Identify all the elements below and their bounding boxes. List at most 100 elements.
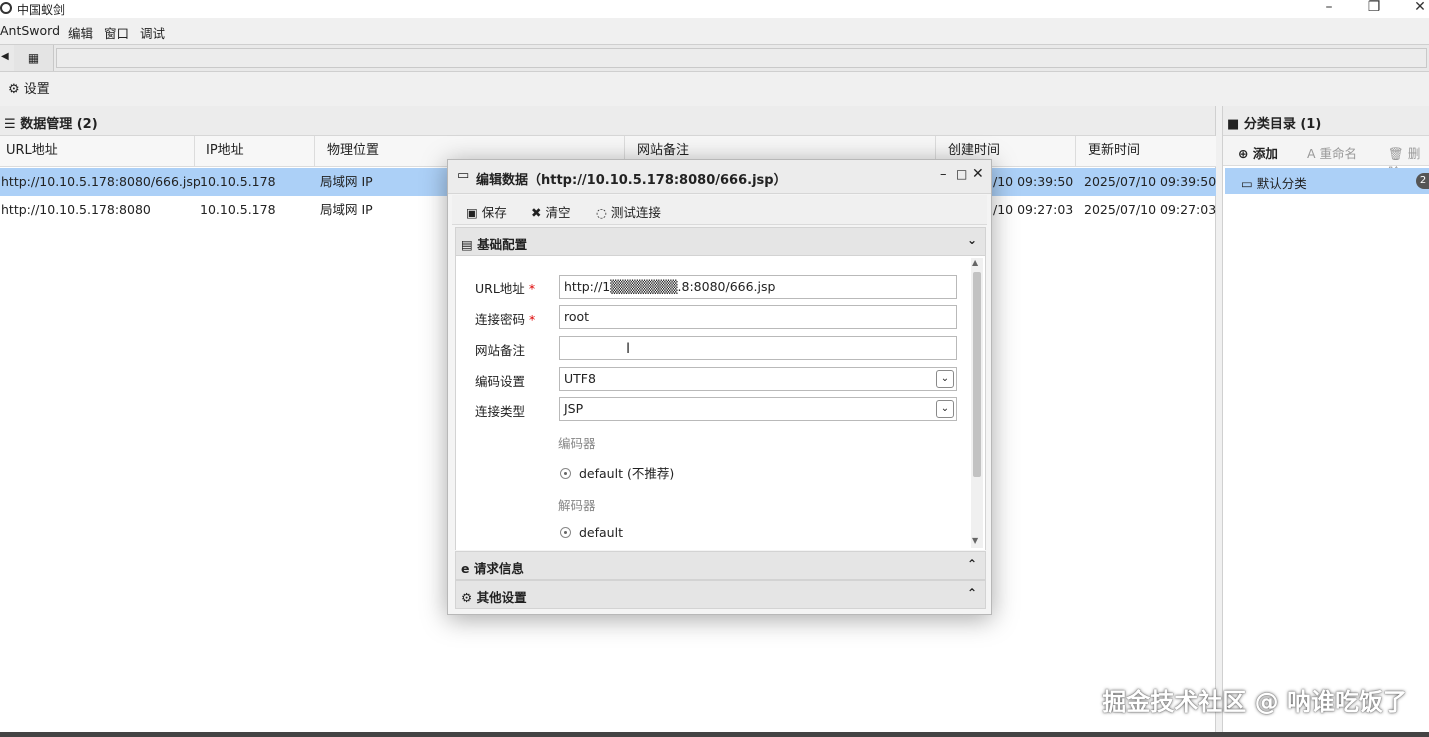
window-title: 中国蚁剑 <box>17 3 66 17</box>
folder-open-icon: ▭ <box>1241 176 1253 191</box>
basic-config-form: URL地址 * http://1▒▒▒▒▒▒▒.8:8080/666.jsp 连接… <box>455 256 986 550</box>
minimize-icon[interactable]: – <box>1319 0 1339 17</box>
cell-updated: 2025/07/10 09:39:50 <box>1084 174 1217 189</box>
rename-category-button[interactable]: A 重命名 <box>1307 143 1357 162</box>
tab-bar: ◀ ▦ <box>0 44 1429 72</box>
section-request-info[interactable]: e 请求信息 ⌃ <box>455 551 986 580</box>
cell-created: /10 09:39:50 <box>993 174 1074 189</box>
note-label: 网站备注 <box>475 343 526 358</box>
chevron-down-icon: ⌄ <box>966 233 977 247</box>
close-icon[interactable]: ✕ <box>1410 0 1429 17</box>
cell-ip: 10.10.5.178 <box>200 202 276 217</box>
section-basic-config[interactable]: ▤ 基础配置 ⌄ <box>455 227 986 256</box>
note-field[interactable]: I <box>559 336 957 360</box>
trash-icon: 🗑 <box>1388 146 1404 161</box>
chevron-down-icon: ⌄ <box>936 400 954 418</box>
dialog-maximize-icon[interactable]: □ <box>956 167 967 181</box>
plus-circle-icon: ⊕ <box>1238 146 1249 161</box>
column-ip[interactable]: IP地址 <box>195 136 315 166</box>
category-label: 默认分类 <box>1256 176 1307 191</box>
clear-button[interactable]: ✖ 清空 <box>531 202 570 221</box>
restore-icon[interactable]: ❐ <box>1364 0 1384 17</box>
cell-url: http://10.10.5.178:8080 <box>1 202 151 217</box>
save-button[interactable]: ▣ 保存 <box>466 202 507 221</box>
data-panel-title: 数据管理 (2) <box>20 117 98 132</box>
encoder-label: 编码器 <box>558 436 596 451</box>
test-label: 测试连接 <box>610 205 661 220</box>
connection-type-select[interactable]: JSP ⌄ <box>559 397 957 421</box>
radio-icon <box>560 527 571 538</box>
section-other-settings[interactable]: ⚙ 其他设置 ⌃ <box>455 580 986 609</box>
form-scrollbar[interactable]: ▲ ▼ <box>971 258 983 548</box>
encoder-default-radio[interactable]: default (不推荐) <box>560 463 674 482</box>
test-connection-button[interactable]: ◌ 测试连接 <box>596 202 661 221</box>
data-panel-header: ☰ 数据管理 (2) <box>0 106 1215 136</box>
url-field[interactable]: http://1▒▒▒▒▒▒▒.8:8080/666.jsp <box>559 275 957 299</box>
grid-icon: ▦ <box>27 51 40 65</box>
rename-label: 重命名 <box>1319 146 1358 161</box>
cell-created: /10 09:27:03 <box>993 202 1074 217</box>
category-panel-header: ■ 分类目录 (1) <box>1223 106 1429 136</box>
tab-home[interactable]: ▦ <box>14 45 54 71</box>
tab-strip <box>56 48 1427 68</box>
decoder-default-radio[interactable]: default <box>560 525 623 540</box>
dialog-toolbar: ▣ 保存 ✖ 清空 ◌ 测试连接 <box>452 195 987 225</box>
x-icon: ✖ <box>531 205 542 220</box>
font-icon: A <box>1307 146 1316 161</box>
menu-antsword[interactable]: AntSword <box>0 23 60 38</box>
encoding-value: UTF8 <box>564 371 596 386</box>
list-icon: ☰ <box>4 117 16 132</box>
column-url[interactable]: URL地址 <box>0 136 195 166</box>
dialog-close-icon[interactable]: ✕ <box>972 166 984 182</box>
encoding-select[interactable]: UTF8 ⌄ <box>559 367 957 391</box>
password-field[interactable]: root <box>559 305 957 329</box>
bottom-border <box>0 732 1429 737</box>
add-category-button[interactable]: ⊕ 添加 <box>1238 143 1278 162</box>
chevron-down-icon: ⌄ <box>936 370 954 388</box>
settings-label: 设置 <box>23 82 50 97</box>
section-request-label: 请求信息 <box>473 561 524 576</box>
add-label: 添加 <box>1252 146 1278 161</box>
chevron-up-icon: ⌃ <box>966 557 977 571</box>
menu-debug[interactable]: 调试 <box>140 23 165 42</box>
connection-type-value: JSP <box>564 401 584 416</box>
dialog-title-bar[interactable]: ▭ 编辑数据（http://10.10.5.178:8080/666.jsp） … <box>448 160 991 194</box>
tab-scroll-left-icon[interactable]: ◀ <box>1 51 9 62</box>
edit-data-dialog: ▭ 编辑数据（http://10.10.5.178:8080/666.jsp） … <box>447 159 992 615</box>
floppy-icon: ▣ <box>466 205 478 220</box>
app-logo-icon <box>0 2 12 14</box>
url-label: URL地址 <box>475 281 525 296</box>
chevron-up-icon: ⌃ <box>966 586 977 600</box>
column-updated[interactable]: 更新时间 <box>1076 136 1216 166</box>
cogs-icon: ⚙ <box>461 590 473 605</box>
menu-bar: AntSword 编辑 窗口 调试 <box>0 20 1429 42</box>
cell-location: 局域网 IP <box>320 202 373 217</box>
section-basic-label: 基础配置 <box>477 237 528 252</box>
scroll-up-icon[interactable]: ▲ <box>972 258 978 267</box>
connection-type-label: 连接类型 <box>475 404 526 419</box>
category-panel: ■ 分类目录 (1) ⊕ 添加 A 重命名 🗑 删除 ▭ 默认分类 2 <box>1222 106 1429 732</box>
menu-edit[interactable]: 编辑 <box>68 23 93 42</box>
decoder-option-label: default <box>579 525 623 540</box>
cell-location: 局域网 IP <box>320 174 373 189</box>
scroll-down-icon[interactable]: ▼ <box>972 536 978 545</box>
password-label: 连接密码 <box>475 312 526 327</box>
file-icon: ▤ <box>461 237 473 252</box>
spinner-icon: ◌ <box>596 205 607 220</box>
cell-ip: 10.10.5.178 <box>200 174 276 189</box>
gear-icon: ⚙ <box>8 82 20 97</box>
dialog-minimize-icon[interactable]: – <box>940 167 947 182</box>
required-mark: * <box>529 312 536 327</box>
radio-icon <box>560 468 571 479</box>
count-badge: 2 <box>1416 173 1429 189</box>
scrollbar-thumb[interactable] <box>973 272 981 477</box>
text-cursor-icon: I <box>626 341 631 357</box>
settings-button[interactable]: ⚙ 设置 <box>8 78 50 97</box>
list-item[interactable]: ▭ 默认分类 2 <box>1225 168 1429 194</box>
watermark: 掘金技术社区 @ 呐谁吃饭了 <box>1102 688 1407 716</box>
menu-window[interactable]: 窗口 <box>104 23 129 42</box>
save-label: 保存 <box>481 205 507 220</box>
clear-label: 清空 <box>545 205 571 220</box>
section-other-label: 其他设置 <box>476 590 527 605</box>
category-panel-title: 分类目录 (1) <box>1243 117 1322 132</box>
